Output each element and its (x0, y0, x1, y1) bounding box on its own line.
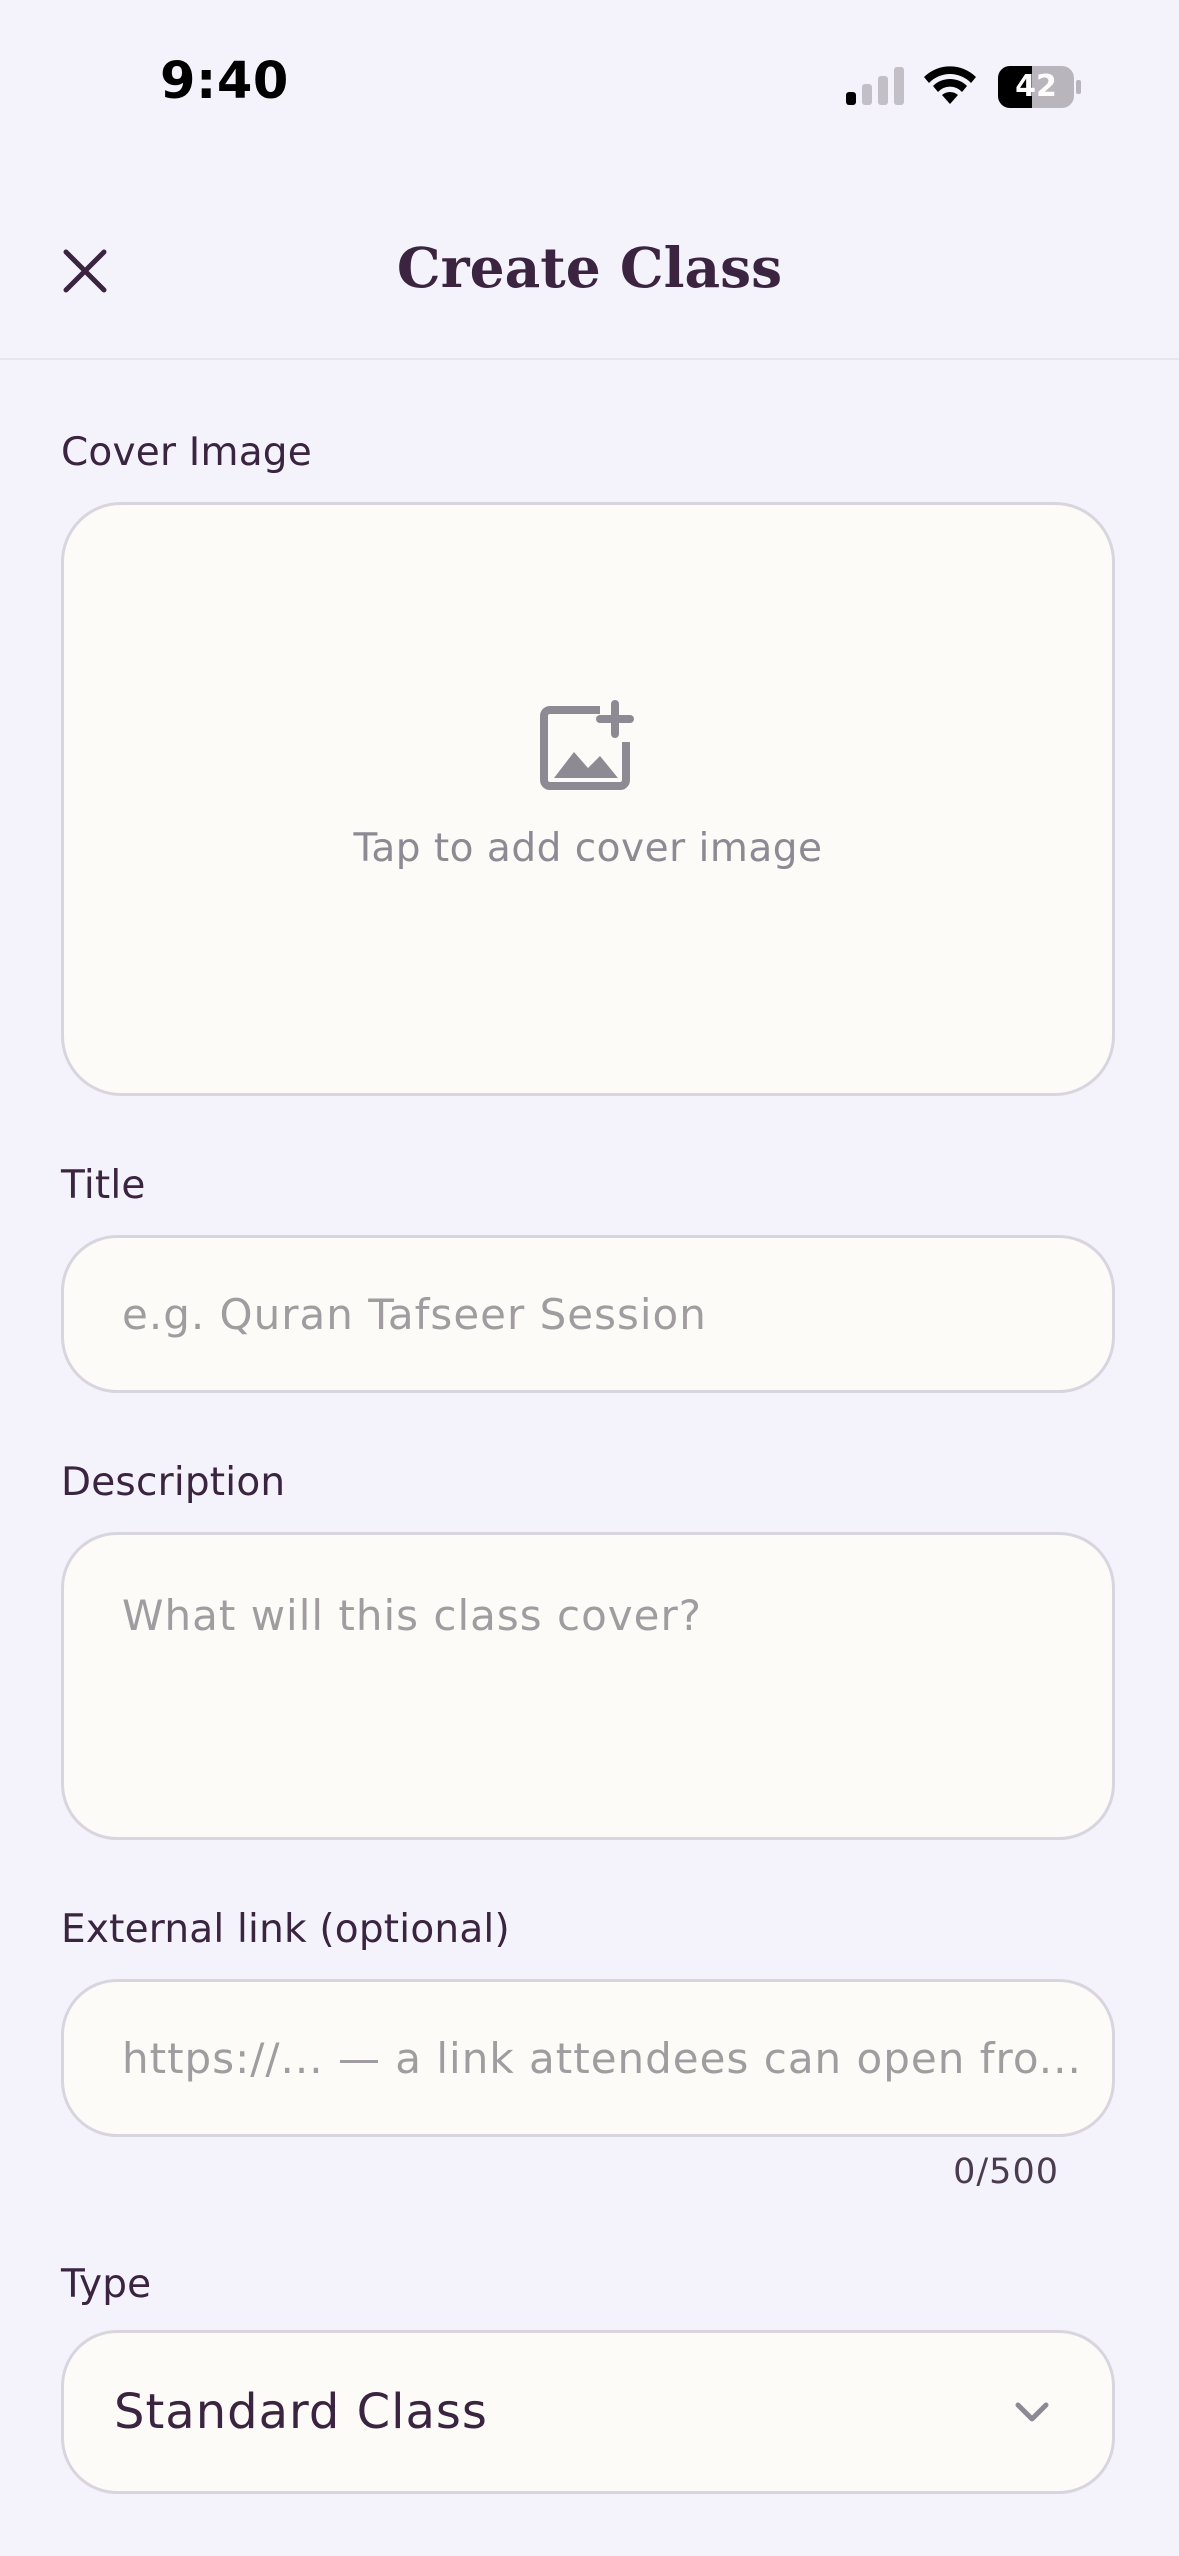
title-label: Title (61, 1163, 146, 1208)
battery-icon: 42 (998, 66, 1082, 108)
title-placeholder: e.g. Quran Tafseer Session (122, 1289, 707, 1339)
add-image-icon (540, 699, 634, 790)
title-input[interactable]: e.g. Quran Tafseer Session (61, 1235, 1115, 1393)
page-title: Create Class (396, 235, 783, 300)
chevron-down-icon (1015, 2402, 1049, 2422)
cover-image-prompt: Tap to add cover image (353, 825, 823, 871)
cellular-signal-icon (846, 67, 904, 105)
description-label: Description (61, 1460, 286, 1505)
type-selected-value: Standard Class (114, 2384, 488, 2440)
type-select[interactable]: Standard Class (61, 2330, 1115, 2494)
external-link-label: External link (optional) (61, 1907, 510, 1952)
external-link-placeholder: https://... — a link attendees can open … (122, 2033, 1082, 2083)
type-label: Type (61, 2262, 152, 2307)
description-placeholder: What will this class cover? (122, 1591, 703, 1640)
status-time: 9:40 (160, 52, 289, 111)
character-counter: 0/500 (953, 2152, 1059, 2192)
header-divider (0, 358, 1179, 360)
description-textarea[interactable]: What will this class cover? (61, 1532, 1115, 1840)
wifi-icon (924, 66, 976, 104)
external-link-input[interactable]: https://... — a link attendees can open … (61, 1979, 1115, 2137)
cover-image-label: Cover Image (61, 430, 312, 475)
cover-image-picker[interactable]: Tap to add cover image (61, 502, 1115, 1096)
battery-level: 42 (1015, 69, 1057, 104)
